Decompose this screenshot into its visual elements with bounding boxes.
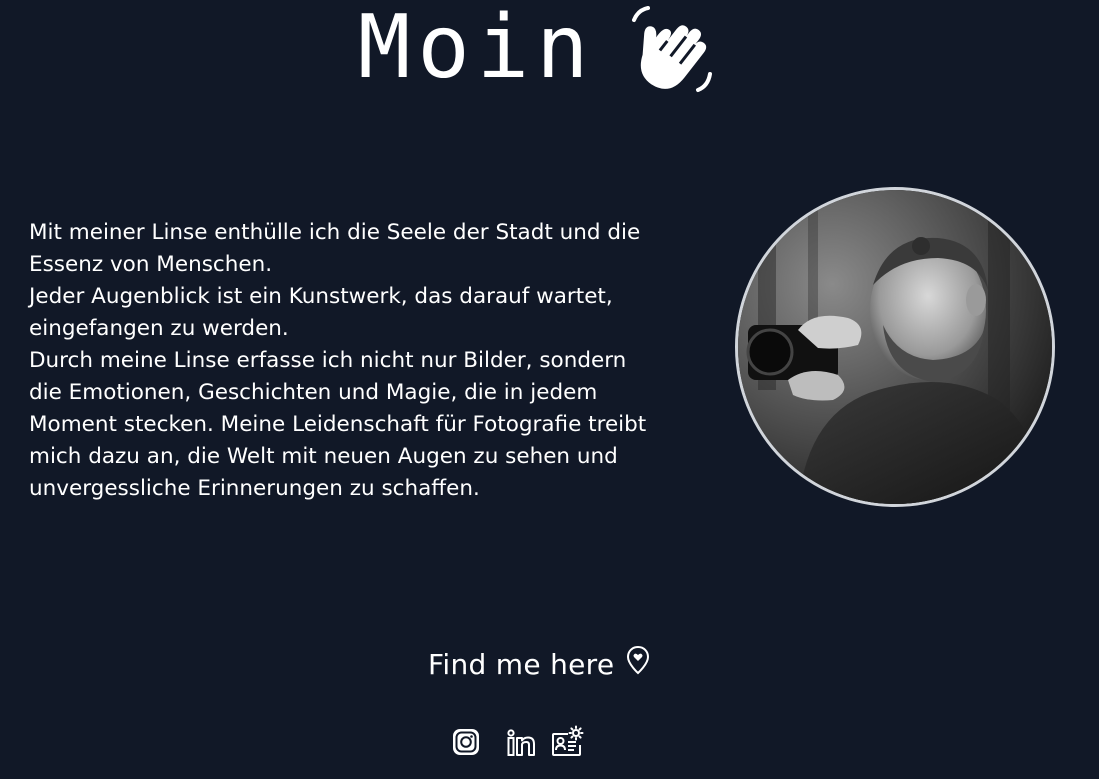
find-me-label: Find me here	[428, 647, 615, 681]
contact-card-icon	[552, 725, 584, 756]
bio-paragraph-2: Jeder Augenblick ist ein Kunstwerk, das …	[29, 284, 613, 341]
portrait-photo	[735, 187, 1055, 507]
linkedin-link[interactable]	[504, 725, 538, 759]
instagram-icon	[453, 729, 479, 755]
greeting-title: Moin	[358, 0, 596, 98]
bio-paragraph-1: Mit meiner Linse enthülle ich die Seele …	[29, 220, 641, 277]
page-header: Moin	[0, 0, 1099, 110]
photographer-portrait-image	[738, 190, 1052, 504]
contact-link[interactable]	[550, 725, 584, 759]
find-me-heading: Find me here	[428, 642, 650, 686]
instagram-link[interactable]	[450, 726, 482, 758]
linkedin-icon	[507, 729, 535, 756]
waving-hand-icon	[632, 6, 712, 92]
social-links	[450, 724, 584, 760]
location-pin-heart-icon	[627, 645, 650, 675]
bio-paragraph-3: Durch meine Linse erfasse ich nicht nur …	[29, 348, 647, 501]
bio-text: Mit meiner Linse enthülle ich die Seele …	[29, 217, 654, 505]
